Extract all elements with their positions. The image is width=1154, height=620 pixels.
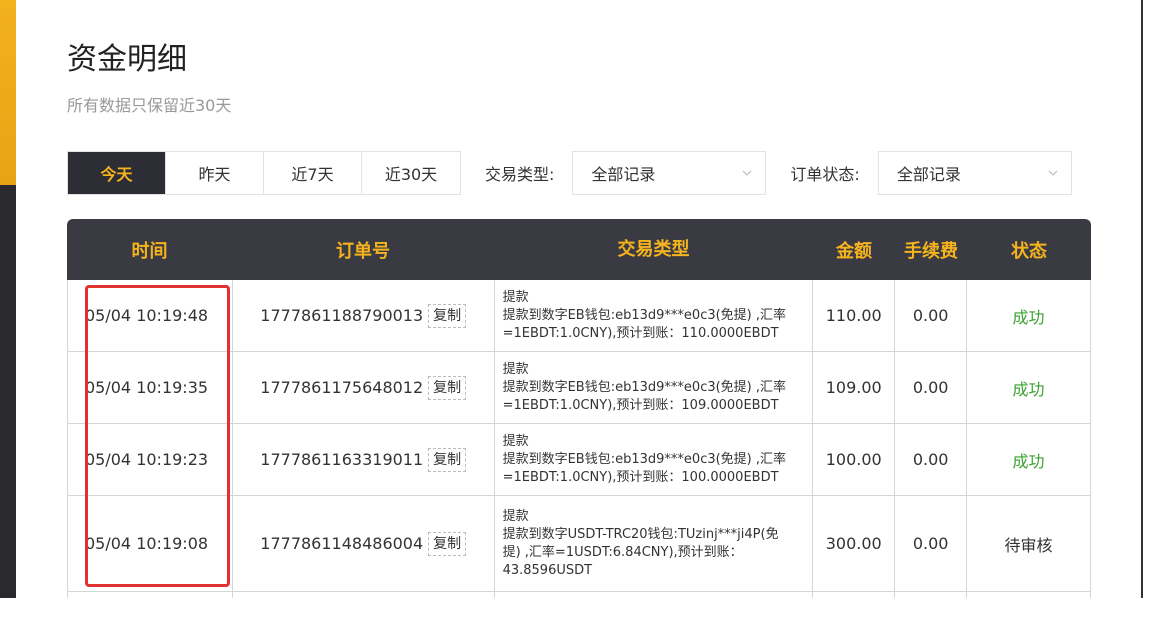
status-badge: 成功: [967, 352, 1091, 423]
table-row: 05/04 10:19:48 1777861188790013 复制 提款 提款…: [67, 280, 1091, 352]
header-status: 状态: [1011, 240, 1047, 262]
right-divider: [1141, 0, 1143, 598]
date-tabs: 今天 昨天 近7天 近30天: [67, 151, 461, 195]
type-detail: 提款到数字EB钱包:eb13d9***e0c3(免提) ,汇率: [502, 307, 787, 323]
type-detail: =1EBDT:1.0CNY),预计到账：109.0000EBDT: [502, 397, 779, 413]
tab-last-30-days[interactable]: 近30天: [362, 152, 460, 194]
type-title: 提款: [502, 433, 529, 449]
order-status-select[interactable]: 全部记录: [877, 151, 1072, 195]
row-time: 05/04 10:19:48: [68, 280, 233, 351]
type-title: 提款: [502, 508, 529, 524]
row-fee: 0.00: [895, 496, 968, 591]
row-time: 05/04 10:19:35: [68, 352, 233, 423]
left-sidebar: [0, 0, 16, 598]
copy-button[interactable]: 复制: [428, 303, 467, 328]
row-transaction-type: 提款 提款到数字EB钱包:eb13d9***e0c3(免提) ,汇率 =1EBD…: [495, 352, 814, 423]
row-amount: 300.00: [813, 496, 896, 591]
tab-last-7-days[interactable]: 近7天: [264, 152, 362, 194]
row-amount: 100.00: [813, 424, 896, 495]
row-time: 05/04 10:19:08: [68, 496, 233, 591]
table-row: 05/04 10:19:23 1777861163319011 复制 提款 提款…: [67, 424, 1091, 496]
header-time: 时间: [131, 240, 168, 262]
copy-button[interactable]: 复制: [428, 531, 467, 556]
header-order-number: 订单号: [336, 240, 390, 262]
sidebar-accent: [0, 0, 16, 185]
tab-today[interactable]: 今天: [68, 152, 166, 194]
tab-yesterday[interactable]: 昨天: [166, 152, 264, 194]
row-order: 1777861175648012 复制: [233, 352, 495, 423]
order-number: 1777861188790013: [260, 306, 424, 325]
filter-bar: 今天 昨天 近7天 近30天 交易类型: 全部记录 订单状态: 全部记录: [67, 151, 1072, 195]
row-order: 1777861163319011 复制: [233, 424, 495, 495]
status-badge: 成功: [967, 424, 1091, 495]
row-time: 05/04 10:19:23: [68, 424, 233, 495]
type-title: 提款: [502, 361, 529, 377]
header-fee: 手续费: [904, 240, 958, 262]
table-header: 时间 订单号 交易类型 金额 手续费 状态: [67, 219, 1091, 280]
status-badge: 成功: [967, 280, 1091, 351]
transaction-type-value: 全部记录: [591, 165, 656, 184]
page-title: 资金明细: [67, 42, 187, 77]
type-detail: 提款到数字EB钱包:eb13d9***e0c3(免提) ,汇率: [502, 379, 787, 395]
bottom-strip: [0, 598, 1154, 620]
table-row: 05/04 10:19:08 1777861148486004 复制 提款 提款…: [67, 496, 1091, 592]
type-detail: 提款到数字EB钱包:eb13d9***e0c3(免提) ,汇率: [502, 451, 787, 467]
row-fee: 0.00: [895, 424, 968, 495]
header-transaction-type: 交易类型: [617, 238, 690, 260]
status-badge: 待审核: [967, 496, 1091, 591]
transaction-type-select[interactable]: 全部记录: [572, 151, 767, 195]
type-title: 提款: [502, 289, 529, 305]
row-order: 1777861148486004 复制: [233, 496, 495, 591]
row-amount: 109.00: [813, 352, 896, 423]
type-detail: 43.8596USDT: [502, 562, 593, 578]
chevron-down-icon: [1048, 170, 1058, 176]
type-detail: 提) ,汇率=1USDT:6.84CNY),预计到账：: [502, 544, 743, 560]
row-fee: 0.00: [895, 280, 968, 351]
order-number: 1777861163319011: [260, 450, 424, 469]
type-detail: =1EBDT:1.0CNY),预计到账：100.0000EBDT: [502, 469, 779, 485]
type-detail: 提款到数字USDT-TRC20钱包:TUzinj***ji4P(免: [502, 526, 779, 542]
row-transaction-type: 提款 提款到数字EB钱包:eb13d9***e0c3(免提) ,汇率 =1EBD…: [495, 424, 814, 495]
page-subtitle: 所有数据只保留近30天: [67, 96, 232, 115]
row-fee: 0.00: [895, 352, 968, 423]
copy-button[interactable]: 复制: [428, 447, 467, 472]
order-status-value: 全部记录: [896, 165, 961, 184]
table-row: 05/04 10:19:35 1777861175648012 复制 提款 提款…: [67, 352, 1091, 424]
order-status-label: 订单状态:: [790, 165, 860, 184]
order-number: 1777861175648012: [260, 378, 424, 397]
row-amount: 110.00: [813, 280, 896, 351]
fund-details-table: 时间 订单号 交易类型 金额 手续费 状态 05/04 10:19:48 177…: [67, 219, 1091, 602]
row-transaction-type: 提款 提款到数字USDT-TRC20钱包:TUzinj***ji4P(免 提) …: [495, 496, 814, 591]
chevron-down-icon: [742, 170, 752, 176]
header-amount: 金额: [836, 240, 872, 262]
row-transaction-type: 提款 提款到数字EB钱包:eb13d9***e0c3(免提) ,汇率 =1EBD…: [495, 280, 814, 351]
row-order: 1777861188790013 复制: [233, 280, 495, 351]
type-detail: =1EBDT:1.0CNY),预计到账：110.0000EBDT: [502, 325, 779, 341]
transaction-type-label: 交易类型:: [485, 165, 555, 184]
copy-button[interactable]: 复制: [428, 375, 467, 400]
order-number: 1777861148486004: [260, 534, 424, 553]
